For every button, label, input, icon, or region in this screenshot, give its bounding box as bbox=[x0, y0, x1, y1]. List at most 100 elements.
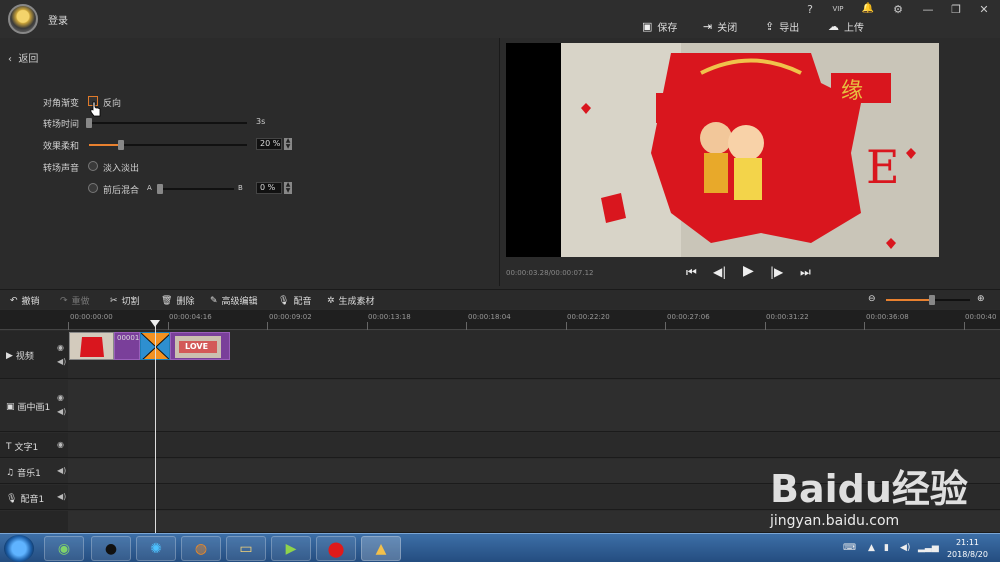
duration-slider-track[interactable] bbox=[89, 122, 247, 124]
avatar[interactable] bbox=[8, 4, 38, 34]
video-editor-window: 登录 ? VIP 🔔 ⚙ — ❐ ✕ ▣ 保存 ⇥ 关闭 ⇪ 导出 ☁ 上传 ‹… bbox=[0, 0, 1000, 533]
scissors-icon: ✂ bbox=[110, 295, 118, 306]
keyboard-icon[interactable]: ⌨ bbox=[843, 543, 856, 553]
export-label: 导出 bbox=[779, 23, 800, 34]
track-header-video[interactable]: ▶ 视频 ◉ ◀) bbox=[0, 331, 68, 379]
eye-icon[interactable]: ◉ bbox=[57, 343, 64, 352]
back-label: 返回 bbox=[18, 54, 39, 65]
speaker-icon[interactable]: ◀) bbox=[57, 407, 66, 416]
taskbar-app-recorder[interactable]: ⬤ bbox=[316, 536, 356, 561]
ruler-tick: 00:00:40 bbox=[965, 313, 997, 321]
clock-time: 21:11 bbox=[955, 538, 980, 547]
advanced-edit-button[interactable]: ✎ 高级编辑 bbox=[210, 294, 258, 308]
softness-stepper[interactable]: ▲ ▼ bbox=[284, 138, 292, 150]
video-clip-tail[interactable]: 00001 bbox=[114, 332, 140, 360]
skip-end-icon[interactable]: ⏭ bbox=[800, 265, 811, 280]
fade-radio[interactable] bbox=[88, 161, 98, 171]
mix-slider-knob[interactable] bbox=[157, 184, 163, 194]
dub-button[interactable]: 🎙 配音 bbox=[278, 294, 311, 308]
minimize-icon[interactable]: — bbox=[918, 3, 938, 16]
taskbar-app-explorer[interactable]: ▭ bbox=[226, 536, 266, 561]
gear-icon[interactable]: ⚙ bbox=[888, 3, 908, 16]
taskbar-app-media[interactable]: ✺ bbox=[136, 536, 176, 561]
playhead-handle[interactable] bbox=[150, 320, 160, 327]
mix-slider-track[interactable] bbox=[160, 188, 234, 190]
softness-input[interactable]: 20 % bbox=[256, 138, 282, 150]
duration-label: 转场时间 bbox=[43, 120, 80, 130]
maximize-icon[interactable]: ❐ bbox=[946, 3, 966, 16]
clip-label: 00001 bbox=[117, 334, 140, 342]
ruler-tick: 00:00:27:06 bbox=[667, 313, 710, 321]
fade-label: 淡入淡出 bbox=[103, 164, 140, 174]
timeline-ruler[interactable]: 00:00:00:00 00:00:04:16 00:00:09:02 00:0… bbox=[68, 310, 1000, 330]
next-frame-icon[interactable]: |▶ bbox=[770, 265, 783, 279]
login-link[interactable]: 登录 bbox=[48, 12, 68, 27]
preview-frame: 缘 E bbox=[561, 43, 939, 257]
taskbar-app-video[interactable]: ▶ bbox=[271, 536, 311, 561]
microphone-icon: 🎙 bbox=[278, 295, 290, 306]
mix-a-label: A bbox=[147, 184, 152, 192]
windows-taskbar: ◉ ● ✺ ◍ ▭ ▶ ⬤ ▲ ⌨ ▲ ▮ ◀) ▂▃▅ 21:11 2018/… bbox=[0, 533, 1000, 562]
taskbar-app-firefox[interactable]: ◍ bbox=[181, 536, 221, 561]
taskbar-app-qq[interactable]: ● bbox=[91, 536, 131, 561]
redo-button[interactable]: ↷ 重做 bbox=[60, 294, 90, 308]
prev-frame-icon[interactable]: ◀| bbox=[713, 265, 726, 279]
vip-icon[interactable]: VIP bbox=[828, 5, 848, 13]
network-icon[interactable]: ▂▃▅ bbox=[918, 543, 939, 553]
zoom-in-icon[interactable]: ⊕ bbox=[977, 294, 985, 304]
wedding-decoration-image: 缘 E bbox=[561, 43, 939, 257]
track-header-pip[interactable]: ▣ 画中画1 ◉ ◀) bbox=[0, 380, 68, 432]
save-label: 保存 bbox=[657, 23, 678, 34]
eye-icon[interactable]: ◉ bbox=[57, 393, 64, 402]
taskbar-app-editor[interactable]: ▲ bbox=[361, 536, 401, 561]
upload-button[interactable]: ☁ 上传 bbox=[828, 19, 864, 34]
mix-input[interactable]: 0 % bbox=[256, 182, 282, 194]
generate-material-button[interactable]: ✲ 生成素材 bbox=[327, 294, 375, 308]
volume-icon[interactable]: ◀) bbox=[900, 543, 910, 553]
zoom-slider-fill bbox=[886, 299, 933, 301]
music-note-icon: ♫ bbox=[6, 467, 15, 478]
bell-icon[interactable]: 🔔 bbox=[858, 3, 878, 14]
help-icon[interactable]: ? bbox=[800, 3, 820, 16]
close-icon[interactable]: ✕ bbox=[974, 3, 994, 16]
cut-button[interactable]: ✂ 切割 bbox=[110, 294, 140, 308]
start-button[interactable] bbox=[4, 535, 34, 562]
speaker-icon[interactable]: ◀) bbox=[57, 492, 66, 501]
pip-track[interactable] bbox=[68, 380, 1000, 432]
eye-icon[interactable]: ◉ bbox=[57, 440, 64, 449]
softness-slider-knob[interactable] bbox=[117, 140, 124, 150]
text-track[interactable] bbox=[68, 433, 1000, 458]
save-button[interactable]: ▣ 保存 bbox=[642, 19, 677, 34]
zoom-slider-knob[interactable] bbox=[929, 295, 936, 305]
browser-icon: ◉ bbox=[57, 540, 71, 557]
mix-radio[interactable] bbox=[88, 183, 98, 193]
undo-button[interactable]: ↶ 撤销 bbox=[10, 294, 40, 308]
track-header-music[interactable]: ♫ 音乐1 ◀) bbox=[0, 459, 68, 484]
track-header-voice[interactable]: 🎙 配音1 ◀) bbox=[0, 485, 68, 510]
video-track[interactable]: 00001 LOVE bbox=[68, 331, 1000, 379]
skip-start-icon[interactable]: ⏮ bbox=[686, 265, 697, 280]
trash-icon: 🗑 bbox=[161, 295, 173, 306]
playhead[interactable] bbox=[155, 320, 156, 533]
export-button[interactable]: ⇪ 导出 bbox=[765, 19, 799, 34]
ruler-tick: 00:00:18:04 bbox=[468, 313, 511, 321]
battery-icon[interactable]: ▮ bbox=[884, 543, 889, 553]
delete-button[interactable]: 🗑 删除 bbox=[161, 294, 195, 308]
media-icon: ✺ bbox=[150, 540, 162, 557]
track-header-text[interactable]: T 文字1 ◉ bbox=[0, 433, 68, 458]
speaker-icon[interactable]: ◀) bbox=[57, 357, 66, 366]
play-icon[interactable]: ▶ bbox=[743, 263, 754, 279]
system-clock[interactable]: 21:11 2018/8/20 bbox=[947, 537, 988, 561]
video-clip[interactable] bbox=[69, 332, 114, 360]
back-button[interactable]: ‹ 返回 bbox=[8, 50, 38, 65]
mix-stepper[interactable]: ▲ ▼ bbox=[284, 182, 292, 194]
video-preview[interactable]: 缘 E bbox=[506, 43, 939, 257]
zoom-out-icon[interactable]: ⊖ bbox=[868, 294, 876, 304]
video-clip[interactable]: LOVE bbox=[170, 332, 230, 360]
tray-arrow-icon[interactable]: ▲ bbox=[868, 543, 875, 553]
speaker-icon[interactable]: ◀) bbox=[57, 466, 66, 475]
duration-slider-knob[interactable] bbox=[86, 118, 92, 128]
taskbar-app-browser[interactable]: ◉ bbox=[44, 536, 84, 561]
delete-label: 删除 bbox=[176, 297, 195, 307]
close-project-button[interactable]: ⇥ 关闭 bbox=[703, 19, 737, 34]
